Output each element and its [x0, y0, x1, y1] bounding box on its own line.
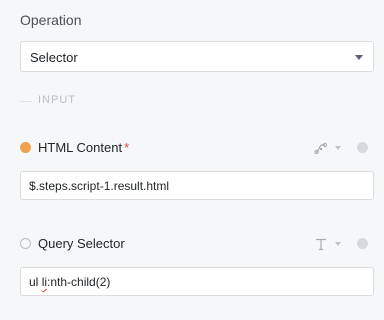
html-content-value: $.steps.script-1.result.html [29, 179, 170, 193]
query-selector-input[interactable]: ul li:nth-child(2) [20, 267, 374, 296]
html-content-field-header: HTML Content * [20, 140, 374, 156]
text-type-icon[interactable] [314, 237, 328, 251]
chevron-down-icon[interactable] [355, 55, 363, 60]
query-selector-label: Query Selector [38, 236, 125, 251]
operation-select[interactable]: Selector [20, 41, 374, 72]
query-selector-value: ul li:nth-child(2) [29, 275, 110, 289]
field-state-indicator [357, 142, 368, 153]
query-selector-field-header: Query Selector [20, 236, 374, 252]
operation-select-value: Selector [30, 50, 78, 65]
chevron-down-icon[interactable] [335, 242, 341, 246]
operation-label: Operation [20, 12, 82, 28]
html-content-label: HTML Content * [38, 140, 129, 155]
connector-icon[interactable] [314, 141, 328, 155]
query-selector-value-prefix: ul [29, 275, 42, 289]
optional-status-dot [20, 238, 31, 249]
input-section-heading: INPUT [38, 94, 76, 106]
required-asterisk: * [124, 140, 130, 155]
chevron-down-icon[interactable] [335, 146, 341, 150]
html-content-input[interactable]: $.steps.script-1.result.html [20, 171, 374, 200]
field-state-indicator [357, 238, 368, 249]
html-content-label-text: HTML Content [38, 140, 123, 155]
input-divider-line [20, 101, 32, 102]
query-selector-value-suffix: :nth-child(2) [47, 275, 111, 289]
required-status-dot [20, 142, 31, 153]
